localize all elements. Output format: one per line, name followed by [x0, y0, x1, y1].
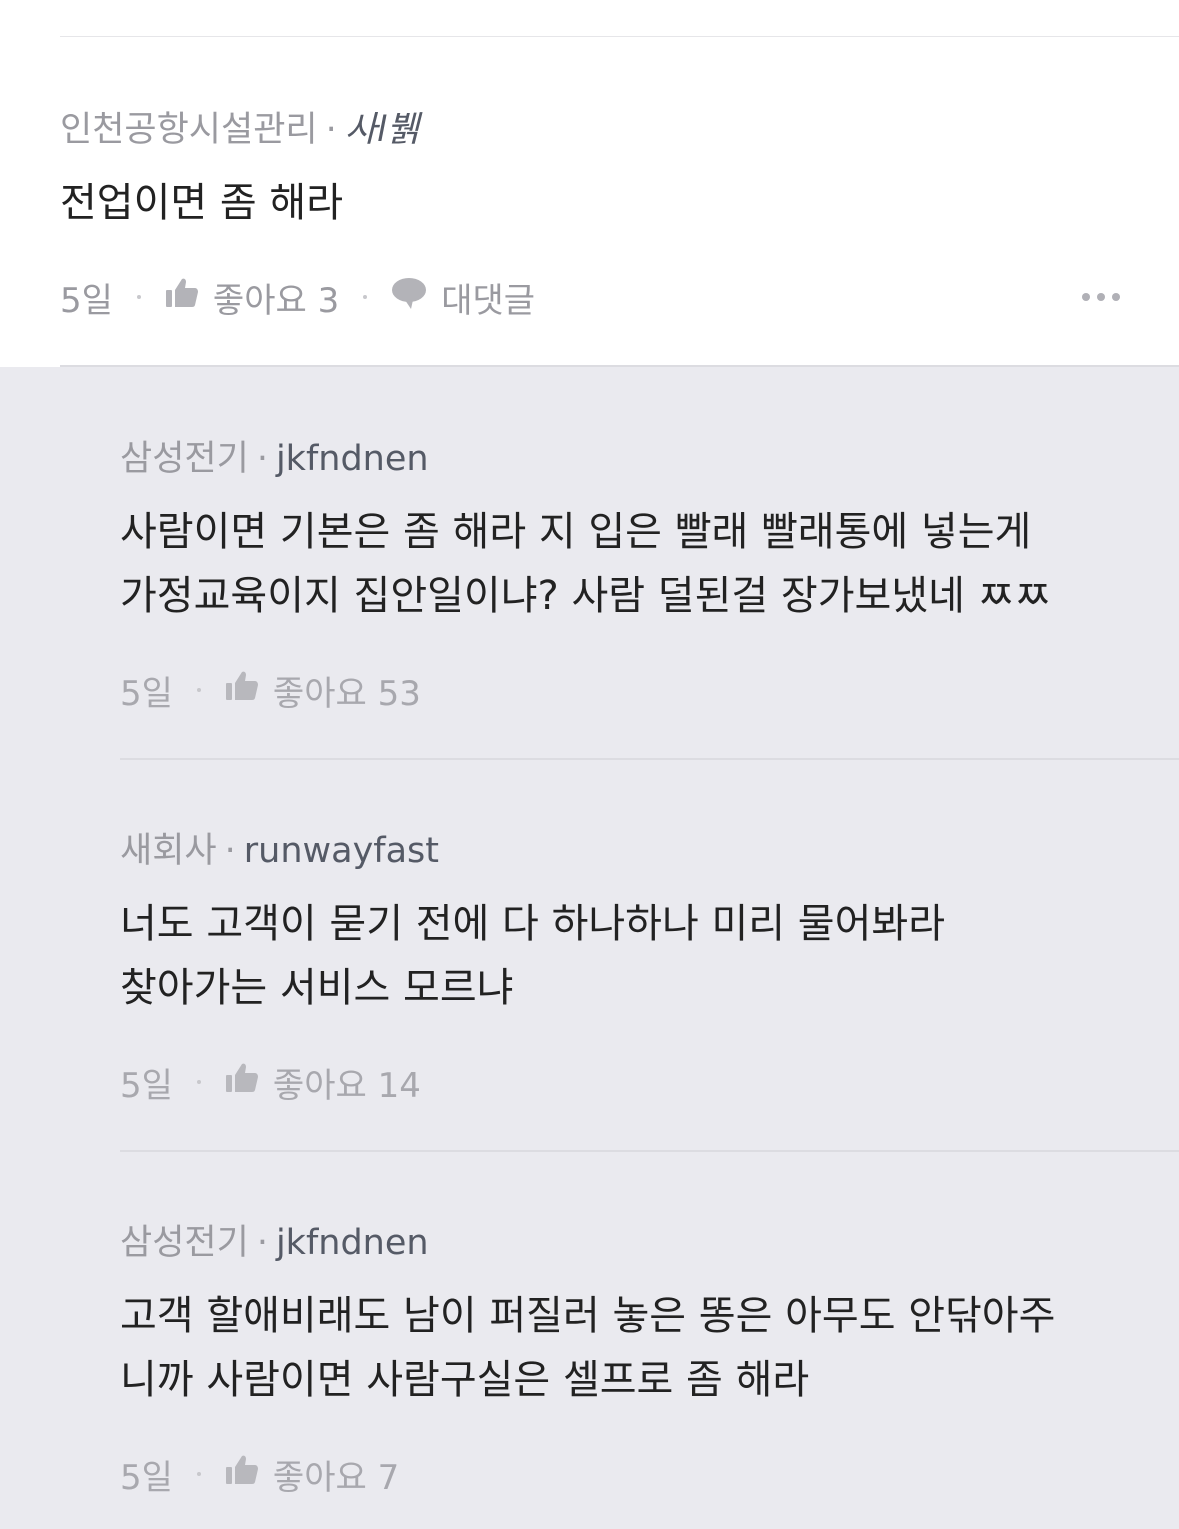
meta-separator: ·	[256, 439, 268, 479]
reply-company: 새회사	[120, 831, 217, 871]
speech-bubble-icon	[391, 276, 427, 319]
reply-meta: 삼성전기 · jkfndnen	[120, 430, 429, 481]
comment-meta: 인천공항시설관리 · 사l뷁	[60, 101, 419, 152]
thumbs-up-icon	[165, 277, 199, 318]
meta-separator: ·	[325, 110, 337, 150]
comment-time: 5일	[60, 280, 113, 321]
reply-item: 새회사 · runwayfast 너도 고객이 묻기 전에 다 하나하나 미리 물어…	[120, 822, 1179, 1122]
like-button[interactable]: 좋아요 3	[165, 273, 339, 322]
reply-text-line: 너도 고객이 묻기 전에 다 하나하나 미리 물어봐라	[120, 901, 946, 947]
reply-label: 대댓글	[441, 280, 536, 321]
reply-time: 5일	[120, 673, 173, 714]
reply-actions: 5일 좋아요 14	[120, 1062, 421, 1106]
meta-separator: ·	[256, 1223, 268, 1263]
action-separator	[196, 1472, 201, 1476]
reply-text: 사람이면 기본은 좀 해라 지 입은 빨래 빨래통에 넣는게 가정교육이지 집안…	[120, 500, 1120, 628]
reply-divider	[120, 1150, 1179, 1152]
reply-author[interactable]: runwayfast	[244, 831, 439, 871]
reply-divider	[120, 758, 1179, 760]
like-count: 좋아요 3	[212, 280, 340, 321]
reply-time: 5일	[120, 1065, 173, 1106]
comment-author[interactable]: 사l뷁	[345, 110, 419, 150]
reply-text-line: 찾아가는 서비스 모르냐	[120, 965, 514, 1011]
reply-author[interactable]: jkfndnen	[276, 439, 429, 479]
meta-separator: ·	[224, 831, 236, 871]
action-separator	[196, 688, 201, 692]
reply-item: 삼성전기 · jkfndnen 사람이면 기본은 좀 해라 지 입은 빨래 빨래통에…	[120, 430, 1179, 730]
reply-text-line: 가정교육이지 집안일이냐? 사람 덜된걸 장가보냈네 ㅉㅉ	[120, 573, 1052, 619]
main-comment: 인천공항시설관리 · 사l뷁 전업이면 좀 해라 5일 좋아요 3 대댓글	[60, 37, 1179, 367]
reply-text: 너도 고객이 묻기 전에 다 하나하나 미리 물어봐라 찾아가는 서비스 모르냐	[120, 892, 1120, 1020]
comment-text: 전업이면 좀 해라	[60, 180, 344, 226]
reply-text-line: 사람이면 기본은 좀 해라 지 입은 빨래 빨래통에 넣는게	[120, 509, 1032, 555]
more-button[interactable]	[1082, 277, 1120, 317]
reply-item: 삼성전기 · jkfndnen 고객 할애비래도 남이 퍼질러 놓은 똥은 아무도 …	[120, 1214, 1179, 1514]
replies-divider	[60, 365, 1179, 367]
reply-author[interactable]: jkfndnen	[276, 1223, 429, 1263]
reply-meta: 삼성전기 · jkfndnen	[120, 1214, 429, 1265]
more-dots-icon	[1097, 293, 1105, 301]
thumbs-up-icon	[225, 1062, 259, 1103]
reply-button[interactable]: 대댓글	[391, 273, 535, 322]
thumbs-up-icon	[225, 670, 259, 711]
reply-actions: 5일 좋아요 53	[120, 670, 421, 714]
like-button[interactable]: 좋아요 7	[225, 1450, 399, 1499]
action-separator	[363, 295, 368, 299]
action-separator	[196, 1080, 201, 1084]
reply-company: 삼성전기	[120, 1223, 249, 1263]
reply-text-line: 고객 할애비래도 남이 퍼질러 놓은 똥은 아무도 안닦아주	[120, 1293, 1056, 1339]
thumbs-up-icon	[225, 1454, 259, 1495]
comment-company: 인천공항시설관리	[60, 110, 318, 150]
like-button[interactable]: 좋아요 14	[225, 1058, 421, 1107]
like-button[interactable]: 좋아요 53	[225, 666, 421, 715]
like-count: 좋아요 53	[272, 673, 421, 714]
like-count: 좋아요 7	[272, 1457, 400, 1498]
action-separator	[136, 295, 141, 299]
reply-text-line: 니까 사람이면 사람구실은 셀프로 좀 해라	[120, 1357, 810, 1403]
reply-meta: 새회사 · runwayfast	[120, 822, 439, 873]
reply-text: 고객 할애비래도 남이 퍼질러 놓은 똥은 아무도 안닦아주 니까 사람이면 사…	[120, 1284, 1120, 1412]
more-dots-icon	[1112, 293, 1120, 301]
comment-actions: 5일 좋아요 3 대댓글	[60, 277, 1120, 321]
reply-actions: 5일 좋아요 7	[120, 1454, 399, 1498]
reply-company: 삼성전기	[120, 439, 249, 479]
reply-time: 5일	[120, 1457, 173, 1498]
like-count: 좋아요 14	[272, 1065, 421, 1106]
more-dots-icon	[1082, 293, 1090, 301]
